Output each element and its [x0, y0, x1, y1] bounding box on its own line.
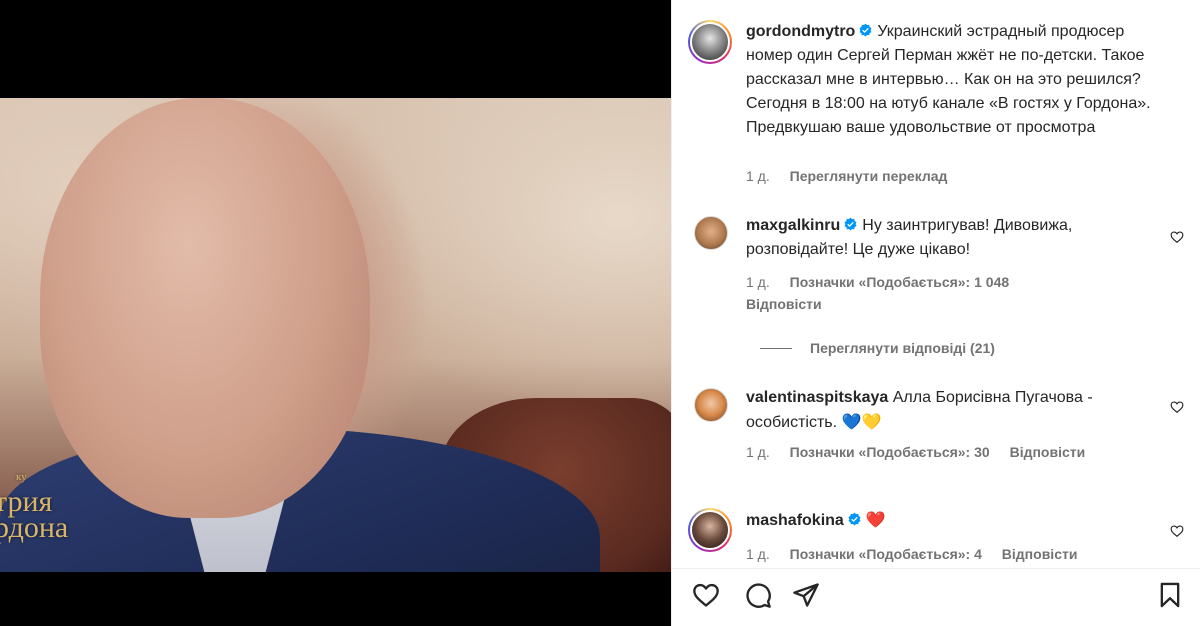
comment-body: mashafokina ❤️: [746, 508, 1161, 533]
save-button[interactable]: [1156, 581, 1186, 611]
like-comment-icon[interactable]: [1170, 230, 1184, 244]
commenter-avatar[interactable]: [694, 216, 728, 250]
comment-meta: 1 д. Позначки «Подобається»: 1 048: [746, 273, 1025, 291]
comments-panel: gordondmytro Украинский эстрадный продюсе…: [671, 0, 1200, 626]
comment-username[interactable]: maxgalkinru: [746, 217, 840, 234]
comment-meta: 1 д. Позначки «Подобається»: 4 Відповіст…: [746, 545, 1093, 563]
caption-time[interactable]: 1 д.: [746, 168, 770, 184]
comment-emoji: ❤️: [865, 510, 886, 529]
like-comment-icon[interactable]: [1170, 524, 1184, 538]
commenter-avatar[interactable]: [694, 388, 728, 422]
comment-likes[interactable]: Позначки «Подобається»: 30: [790, 444, 990, 460]
verified-badge-icon: [844, 217, 857, 231]
verified-badge-icon: [859, 23, 872, 37]
watermark-small: ку: [16, 471, 27, 483]
reply-button[interactable]: Відповісти: [1010, 444, 1086, 460]
comment-button[interactable]: [744, 581, 774, 611]
comments-scroll-area[interactable]: gordondmytro Украинский эстрадный продюсе…: [672, 0, 1200, 568]
post-media[interactable]: ку трия рдона: [0, 0, 671, 626]
replies-divider: [760, 347, 792, 349]
comment-time[interactable]: 1 д.: [746, 274, 770, 290]
watermark-line-2: рдона: [0, 511, 69, 544]
bookmark-icon: [1160, 582, 1180, 608]
view-replies-button[interactable]: Переглянути відповіді (21): [760, 339, 995, 357]
reply-button[interactable]: Відповісти: [1002, 546, 1078, 562]
reply-button[interactable]: Відповісти: [746, 296, 822, 312]
comment-reply-row: Відповісти: [746, 295, 838, 313]
comment-username[interactable]: mashafokina: [746, 512, 844, 529]
comment-likes[interactable]: Позначки «Подобається»: 4: [790, 546, 982, 562]
see-translation-link[interactable]: Переглянути переклад: [790, 168, 948, 184]
comment-likes[interactable]: Позначки «Подобається»: 1 048: [790, 274, 1010, 290]
view-replies-label: Переглянути відповіді (21): [810, 340, 995, 356]
comment-body: valentinaspitskaya Алла Борисівна Пугачо…: [746, 386, 1161, 435]
comment-body: maxgalkinru Ну заинтригував! Дивовижа, ро…: [746, 214, 1161, 262]
post-action-bar: [672, 568, 1200, 626]
commenter-avatar[interactable]: [688, 508, 732, 552]
verified-badge-icon: [848, 512, 861, 526]
share-icon: [793, 583, 819, 607]
video-person-head: [40, 98, 370, 518]
share-button[interactable]: [792, 581, 822, 611]
heart-icon: [693, 583, 719, 607]
like-comment-icon[interactable]: [1170, 400, 1184, 414]
comment-username[interactable]: valentinaspitskaya: [746, 389, 888, 406]
comment-icon: [746, 583, 771, 608]
comment-time[interactable]: 1 д.: [746, 546, 770, 562]
caption-meta: 1 д. Переглянути переклад: [746, 167, 963, 185]
caption-body: gordondmytro Украинский эстрадный продюсе…: [746, 20, 1161, 140]
video-player[interactable]: ку трия рдона: [0, 98, 671, 572]
comment-emoji: 💙💛: [841, 412, 882, 431]
caption-username[interactable]: gordondmytro: [746, 23, 855, 40]
author-avatar[interactable]: [688, 20, 732, 64]
like-button[interactable]: [692, 581, 722, 611]
comment-meta: 1 д. Позначки «Подобається»: 30 Відповіс…: [746, 443, 1101, 461]
show-watermark: ку трия рдона: [0, 463, 84, 544]
comment-time[interactable]: 1 д.: [746, 444, 770, 460]
